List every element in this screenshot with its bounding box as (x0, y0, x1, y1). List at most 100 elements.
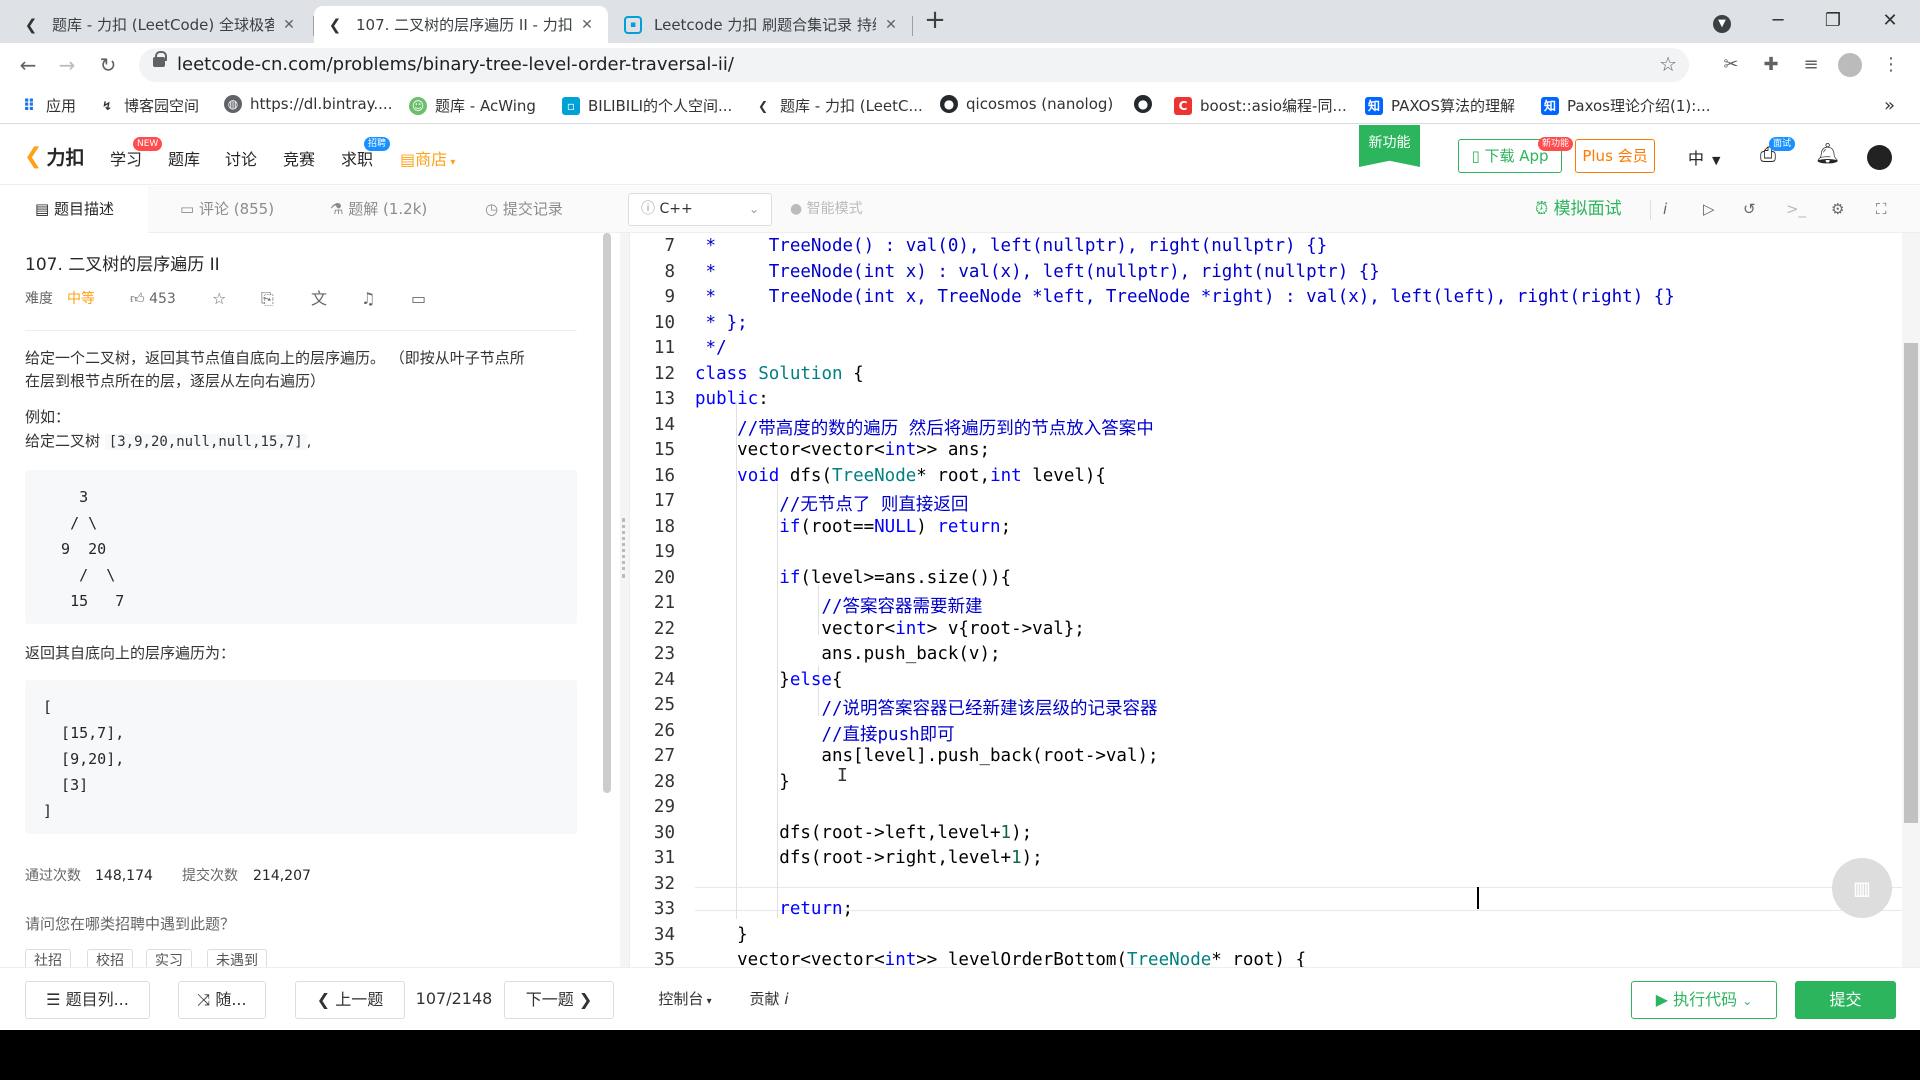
tab-solutions[interactable]: ⚗ 题解 (1.2k) (330, 186, 427, 233)
bookmark-paxos-theory[interactable]: 知 Paxos理论介绍(1):... (1541, 95, 1711, 116)
code-line[interactable]: ans[level].push_back(root->val); (695, 746, 1158, 766)
code-line[interactable]: vector<vector<int>> levelOrderBottom(Tre… (695, 950, 1306, 967)
profile-icon[interactable] (1836, 51, 1864, 79)
code-line[interactable]: vector<vector<int>> ans; (695, 440, 990, 460)
bookmark-bilibili[interactable]: ▫ BILIBILI的个人空间... (562, 95, 732, 116)
nav-discuss[interactable]: 讨论 (225, 146, 257, 170)
language-select[interactable]: ⓘ C++ ⌄ (628, 193, 772, 226)
new-tab-button[interactable]: + (917, 6, 953, 36)
back-icon[interactable]: ← (14, 51, 42, 79)
extension-icon[interactable]: ✂ (1717, 51, 1745, 79)
code-line[interactable]: if(root==NULL) return; (695, 517, 1011, 537)
close-tab-icon[interactable]: ✕ (578, 17, 596, 33)
bookmark-bintray[interactable]: ◍ https://dl.bintray.... (224, 95, 392, 113)
code-line[interactable]: return; (695, 899, 853, 919)
code-line[interactable]: */ (695, 338, 727, 358)
bookmark-apps[interactable]: ⠿ 应用 (20, 95, 76, 116)
bookmark-github[interactable]: ● (1134, 95, 1160, 113)
bookmarks-more-button[interactable]: » (1884, 95, 1895, 116)
bookmark-star-icon[interactable]: ☆ (1659, 52, 1677, 76)
code-line[interactable]: * TreeNode(int x) : val(x), left(nullptr… (695, 262, 1380, 282)
code-line[interactable]: dfs(root->left,level+1); (695, 823, 1032, 843)
code-line[interactable]: * TreeNode(int x, TreeNode *left, TreeNo… (695, 287, 1675, 307)
terminal-icon[interactable]: >_ (1786, 186, 1806, 233)
reading-list-icon[interactable]: ≡ (1797, 51, 1825, 79)
code-line[interactable]: //答案容器需要新建 (695, 593, 982, 618)
translate-icon[interactable]: 文 (311, 287, 327, 311)
language-switch[interactable]: 中 ▼ (1688, 145, 1720, 169)
smart-mode-toggle[interactable]: ● 智能模式 (790, 186, 863, 233)
share-icon[interactable]: ⎘ (261, 287, 274, 311)
submit-button[interactable]: 提交 (1795, 981, 1896, 1019)
info-icon[interactable]: i (1663, 186, 1667, 233)
url-field[interactable]: leetcode-cn.com/problems/binary-tree-lev… (139, 48, 1689, 82)
code-line[interactable]: class Solution { (695, 364, 864, 384)
bookmark-cnblogs[interactable]: ↯ 博客园空间 (98, 95, 199, 116)
new-feature-ribbon[interactable]: 新功能 (1359, 125, 1420, 167)
bell-icon[interactable]: 🔔︎ (1815, 141, 1840, 165)
tab-comments[interactable]: ▭ 评论 (855) (180, 186, 274, 233)
puzzle-icon[interactable]: ✚ (1757, 51, 1785, 79)
bookmark-paxos[interactable]: 知 PAXOS算法的理解 (1365, 95, 1515, 116)
play-icon[interactable]: ▷ (1703, 186, 1715, 233)
like-button[interactable]: 👍︎ 453 (130, 287, 176, 311)
maximize-icon[interactable]: ❐ (1815, 6, 1851, 36)
code-line[interactable]: } (695, 925, 748, 945)
close-tab-icon[interactable]: ✕ (280, 17, 298, 33)
nav-store[interactable]: ▤商店 ▾ (400, 146, 455, 170)
code-line[interactable]: }else{ (695, 670, 842, 690)
bookmark-leetcode[interactable]: ❮ 题库 - 力扣 (LeetC... (754, 95, 923, 116)
tag-social-recruit[interactable]: 社招 (25, 949, 71, 967)
feedback-icon[interactable]: ▭ (411, 287, 426, 311)
settings-icon[interactable]: ⚙ (1831, 186, 1844, 233)
reset-icon[interactable]: ↺ (1743, 186, 1756, 233)
bookmark-boost-asio[interactable]: Cboost::asio编程-同... (1174, 95, 1347, 116)
code-line[interactable]: //带高度的数的遍历 然后将遍历到的节点放入答案中 (695, 415, 1154, 440)
tag-campus-recruit[interactable]: 校招 (87, 949, 133, 967)
browser-tab-problemset[interactable]: ❮ 题库 - 力扣 (LeetCode) 全球极客 ✕ (10, 6, 310, 43)
code-line[interactable]: public: (695, 389, 769, 409)
run-code-button[interactable]: ▶ 执行代码 ⌄ (1631, 981, 1777, 1019)
code-line[interactable]: //说明答案容器已经新建该层级的记录容器 (695, 695, 1157, 720)
browser-tab-problem[interactable]: ❮ 107. 二叉树的层序遍历 II - 力扣 ✕ (314, 6, 608, 43)
code-line[interactable]: * TreeNode() : val(0), left(nullptr), ri… (695, 236, 1328, 256)
bell-icon[interactable]: ♫ (361, 287, 375, 311)
panel-resizer[interactable] (620, 233, 629, 967)
code-line[interactable]: ans.push_back(v); (695, 644, 1000, 664)
editor-scrollbar[interactable] (1904, 343, 1918, 823)
console-toggle[interactable]: 控制台 ▾ (645, 981, 725, 1019)
minimize-icon[interactable]: ─ (1760, 6, 1796, 36)
code-line[interactable]: //直接push即可 (695, 721, 954, 746)
tab-description[interactable]: ▤ 题目描述 (0, 186, 148, 233)
problem-list-button[interactable]: ☰ 题目列... (25, 981, 150, 1019)
close-window-icon[interactable]: ✕ (1872, 6, 1908, 36)
star-icon[interactable]: ☆ (212, 287, 226, 311)
code-line[interactable]: if(level>=ans.size()){ (695, 568, 1011, 588)
code-line[interactable]: void dfs(TreeNode* root,int level){ (695, 466, 1106, 486)
avatar[interactable] (1867, 145, 1892, 170)
menu-icon[interactable]: ⋮ (1877, 51, 1905, 79)
code-editor[interactable]: 7 * TreeNode() : val(0), left(nullptr), … (629, 233, 1920, 967)
contribute-button[interactable]: 贡献 i (739, 981, 799, 1019)
notes-float-button[interactable]: ▥ (1832, 858, 1892, 918)
code-line[interactable]: //无节点了 则直接返回 (695, 491, 968, 516)
nav-contest[interactable]: 竞赛 (283, 146, 315, 170)
next-problem-button[interactable]: 下一题 ❯ (504, 981, 614, 1019)
fullscreen-icon[interactable]: ⛶ (1876, 186, 1887, 233)
prev-problem-button[interactable]: ❮ 上一题 (295, 981, 405, 1019)
random-button[interactable]: ⤨ 随... (178, 981, 266, 1019)
bookmark-github-nanolog[interactable]: ● qicosmos (nanolog) (940, 95, 1113, 113)
code-line[interactable]: * }; (695, 313, 748, 333)
bookmark-acwing[interactable]: ☺ 题库 - AcWing (409, 95, 536, 116)
forward-icon[interactable]: → (53, 51, 81, 79)
tab-submissions[interactable]: ◷ 提交记录 (485, 186, 563, 233)
site-logo[interactable]: ❮ 力扣 (24, 143, 84, 170)
mock-interview-button[interactable]: ⏰︎ 模拟面试 (1535, 186, 1622, 233)
code-line[interactable]: } (695, 772, 790, 792)
code-line[interactable]: vector<int> v{root->val}; (695, 619, 1084, 639)
browser-tab-bilibili[interactable]: ▪ Leetcode 力扣 刷题合集记录 持续 ✕ (612, 6, 912, 43)
tag-not-encountered[interactable]: 未遇到 (207, 949, 267, 967)
left-scrollbar[interactable] (603, 233, 611, 793)
nav-problemset[interactable]: 题库 (168, 146, 200, 170)
code-line[interactable]: dfs(root->right,level+1); (695, 848, 1042, 868)
